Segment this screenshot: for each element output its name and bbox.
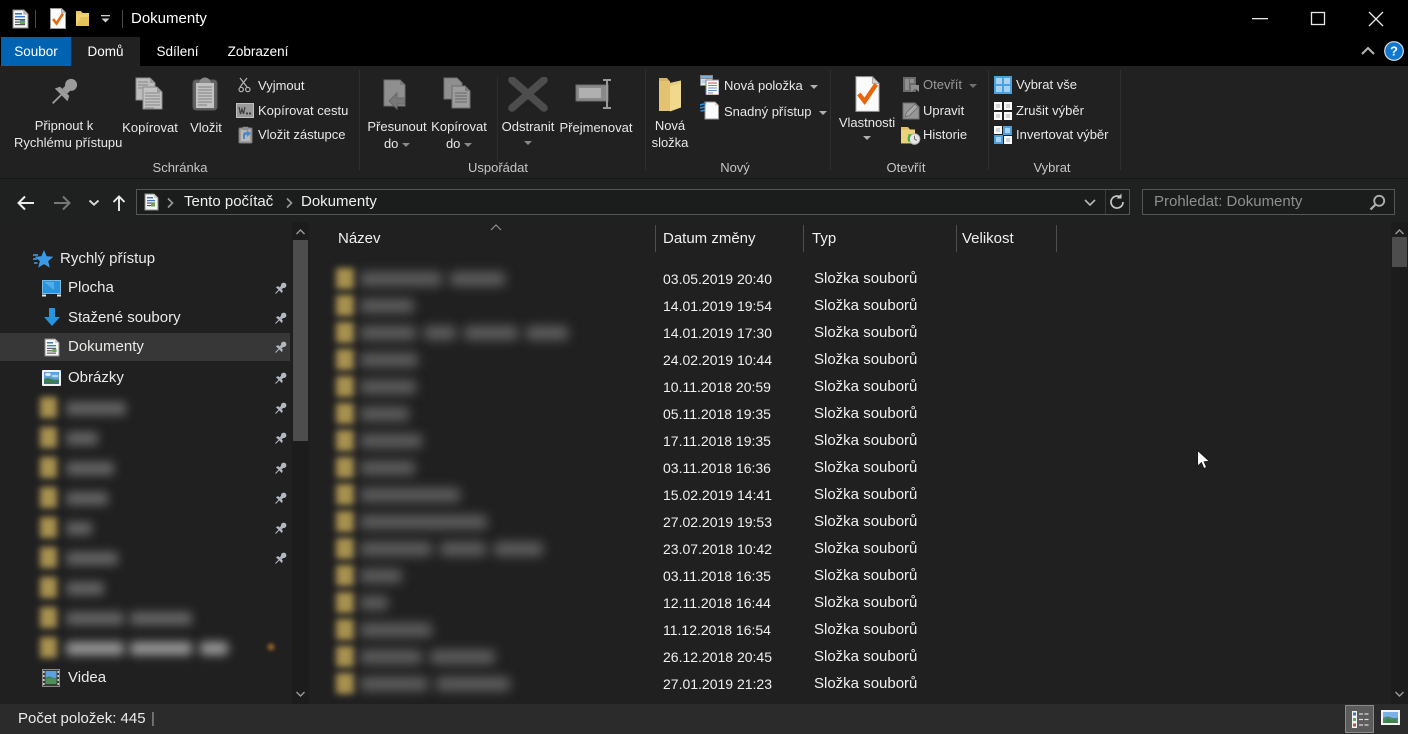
svg-text:?: ?: [1390, 44, 1398, 59]
